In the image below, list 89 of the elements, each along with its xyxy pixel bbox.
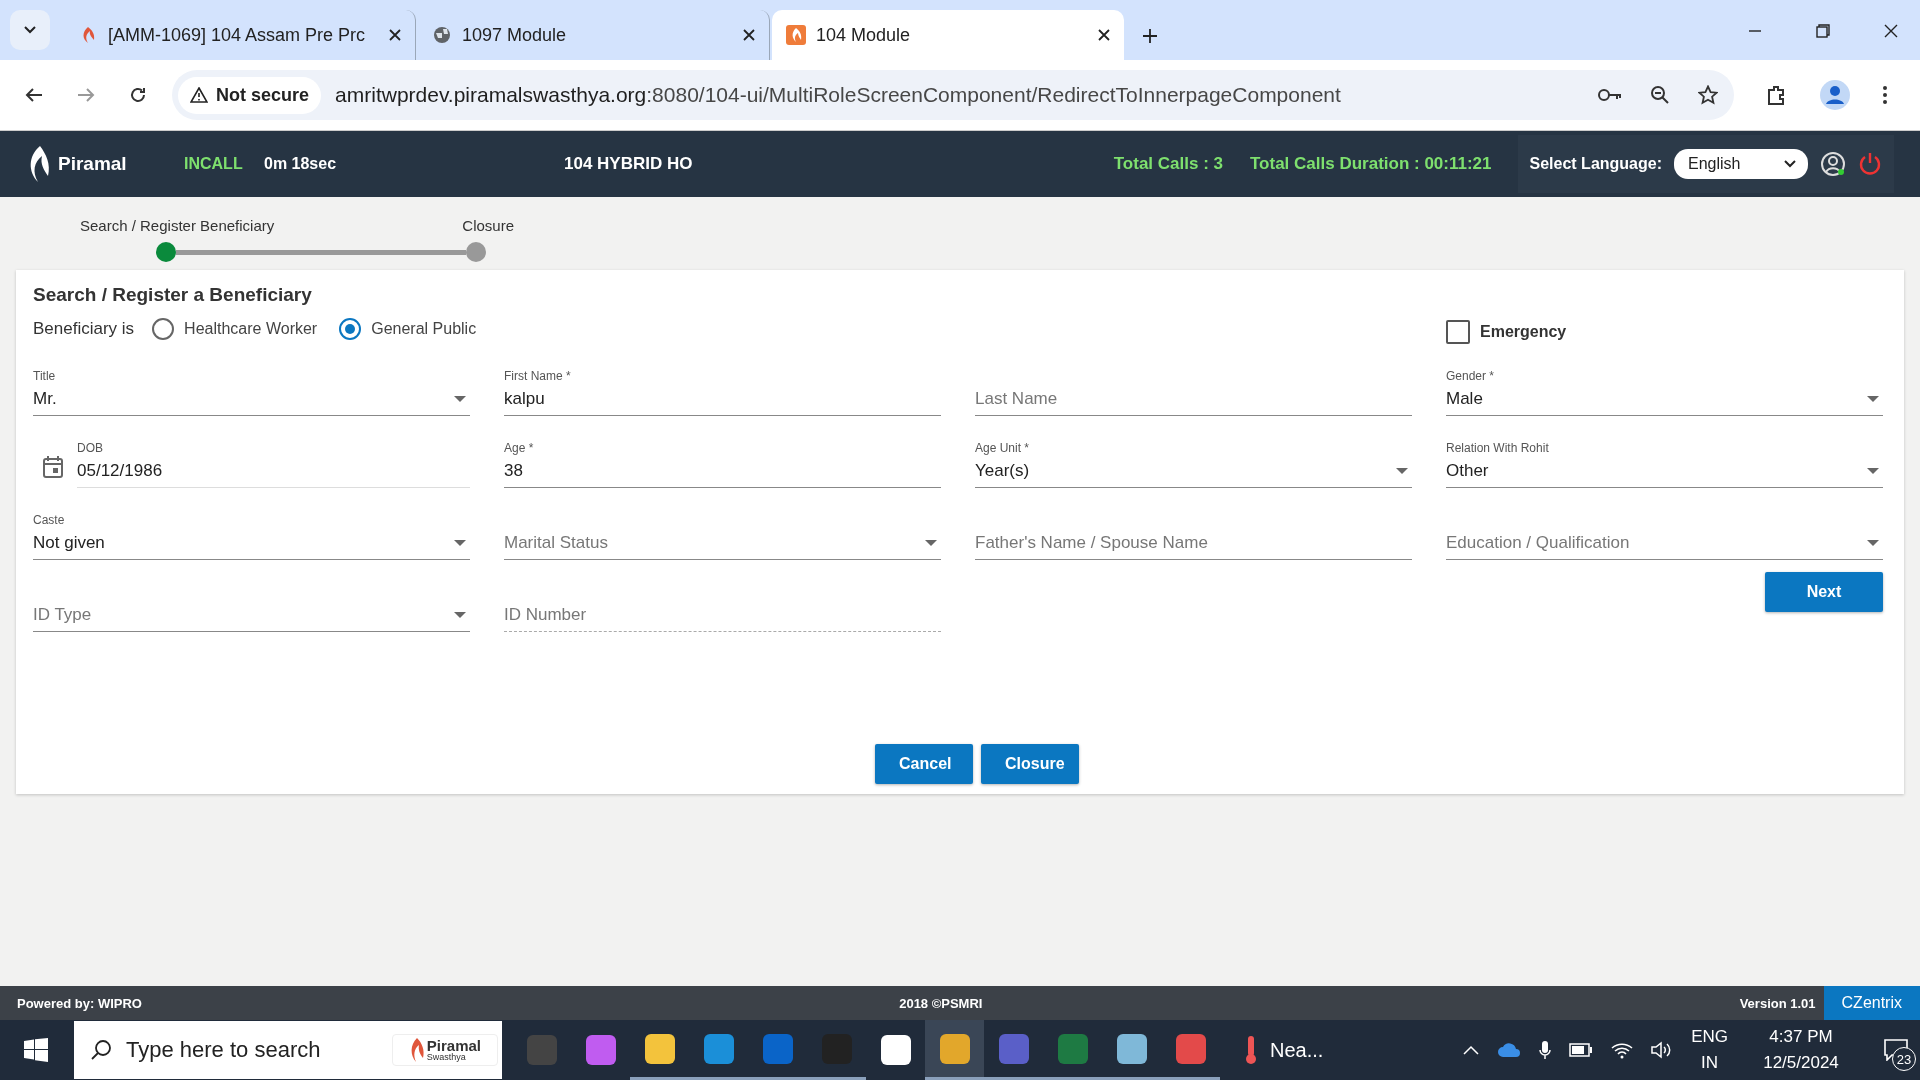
reload-icon[interactable] <box>128 85 148 105</box>
date-field[interactable]: DOB 05/12/1986 <box>77 435 470 488</box>
total-calls: Total Calls : 3 <box>1113 154 1223 174</box>
wifi-icon[interactable] <box>1611 1041 1634 1059</box>
brand-badge: CZentrix <box>1823 986 1920 1020</box>
input-field[interactable]: Father's Name / Spouse Name <box>975 507 1412 560</box>
select-field[interactable]: ID Type <box>33 579 470 632</box>
select-field[interactable]: Title Mr. <box>33 363 470 416</box>
logo-text: Piramal <box>58 153 127 175</box>
emergency-checkbox-row[interactable]: Emergency <box>1446 314 1883 344</box>
input-language[interactable]: ENG <box>1691 1024 1728 1050</box>
microphone-icon[interactable] <box>1539 1040 1552 1060</box>
next-button[interactable]: Next <box>1765 572 1883 612</box>
cancel-button[interactable]: Cancel <box>875 744 973 784</box>
step-dot[interactable] <box>466 242 486 262</box>
copyright-text: 2018 ©PSMRI <box>899 995 983 1011</box>
notification-count: 23 <box>1892 1047 1916 1071</box>
browser-tab[interactable]: 104 Module <box>772 10 1124 60</box>
radio-option[interactable]: General Public <box>339 318 477 340</box>
dropdown-caret-icon <box>1396 468 1408 474</box>
checkbox[interactable] <box>1446 320 1470 344</box>
dropdown-caret-icon <box>1867 396 1879 402</box>
url-text: amritwprdev.piramalswasthya.org:8080/104-ui/MultiRoleScreenComponent/RedirectToInnerpageComponent <box>335 83 1341 107</box>
windows-start-icon[interactable] <box>24 1038 48 1062</box>
more-menu-icon[interactable] <box>1882 85 1888 105</box>
search-icon <box>90 1039 112 1061</box>
star-icon[interactable] <box>1698 85 1718 105</box>
close-tab-icon[interactable] <box>389 29 401 41</box>
address-bar[interactable]: Not secure amritwprdev.piramalswasthya.org:8080/104-ui/MultiRoleScreenComponent/RedirectToInnerpageComponent <box>172 70 1734 120</box>
weather-text: Nea... <box>1270 1038 1324 1062</box>
app-logo-icon <box>786 25 806 45</box>
taskbar-search-field[interactable]: Type here to search Piramal Swasthya <box>74 1021 502 1079</box>
calendar-icon[interactable] <box>43 456 63 478</box>
dropdown-caret-icon <box>1867 468 1879 474</box>
cloud-icon[interactable] <box>1497 1042 1522 1058</box>
search-logo: Piramal Swasthya <box>391 1034 498 1066</box>
battery-icon[interactable] <box>1569 1043 1594 1057</box>
select-field[interactable]: Marital Status <box>504 507 941 560</box>
select-field[interactable]: Relation With Rohit Other <box>1446 435 1883 488</box>
thermometer-icon <box>1244 1035 1258 1065</box>
dropdown-caret-icon <box>454 540 466 546</box>
radio-button[interactable] <box>152 318 175 340</box>
close-icon[interactable] <box>1884 24 1898 38</box>
header-title: 104 HYBRID HO <box>564 154 694 174</box>
chevron-down-icon <box>1784 160 1796 168</box>
language-select[interactable]: English <box>1674 149 1808 179</box>
chevron-down-icon <box>23 25 37 35</box>
security-chip[interactable]: Not secure <box>178 76 322 114</box>
zoom-icon[interactable] <box>1650 85 1670 105</box>
step-label: Search / Register Beneficiary <box>80 217 275 234</box>
total-calls-duration: Total Calls Duration : 00:11:21 <box>1250 154 1492 174</box>
key-icon[interactable] <box>1598 87 1622 103</box>
warning-icon <box>190 87 208 103</box>
new-tab-icon[interactable] <box>1142 28 1158 44</box>
radio-group-label: Beneficiary is <box>33 319 135 339</box>
dropdown-caret-icon <box>925 540 937 546</box>
globe-icon <box>432 25 452 45</box>
call-status: INCALL <box>184 155 244 173</box>
input-region[interactable]: IN <box>1701 1050 1719 1076</box>
form-title: Search / Register a Beneficiary <box>33 284 313 306</box>
select-field[interactable]: Gender * Male <box>1446 363 1883 416</box>
language-label: Select Language: <box>1529 155 1662 173</box>
closure-button[interactable]: Closure <box>981 744 1079 784</box>
close-tab-icon[interactable] <box>1098 29 1110 41</box>
dropdown-caret-icon <box>454 396 466 402</box>
step-label: Closure <box>462 217 514 234</box>
step-dot[interactable] <box>156 242 176 262</box>
security-label: Not secure <box>216 84 310 106</box>
select-field[interactable]: Caste Not given <box>33 507 470 560</box>
powered-by-text: Powered by: WIPRO <box>17 995 142 1011</box>
version-text: Version 1.01 <box>1739 995 1816 1011</box>
radio-option[interactable]: Healthcare Worker <box>152 318 318 340</box>
clock-date[interactable]: 12/5/2024 <box>1763 1050 1839 1076</box>
dropdown-caret-icon <box>1867 540 1879 546</box>
user-icon[interactable] <box>1820 151 1846 177</box>
input-field[interactable]: Age * 38 <box>504 435 941 488</box>
dropdown-caret-icon <box>454 612 466 618</box>
power-icon[interactable] <box>1858 151 1882 177</box>
input-field[interactable]: First Name * kalpu <box>504 363 941 416</box>
chevron-up-icon[interactable] <box>1463 1045 1480 1055</box>
select-field[interactable]: Age Unit * Year(s) <box>975 435 1412 488</box>
clock-time[interactable]: 4:37 PM <box>1769 1024 1833 1050</box>
restore-icon[interactable] <box>1816 24 1830 38</box>
radio-button[interactable] <box>339 318 362 340</box>
close-tab-icon[interactable] <box>743 29 755 41</box>
input-field[interactable]: Last Name <box>975 363 1412 416</box>
call-timer: 0m 18sec <box>264 155 338 173</box>
select-field[interactable]: Education / Qualification <box>1446 507 1883 560</box>
profile-icon[interactable] <box>1820 80 1850 110</box>
